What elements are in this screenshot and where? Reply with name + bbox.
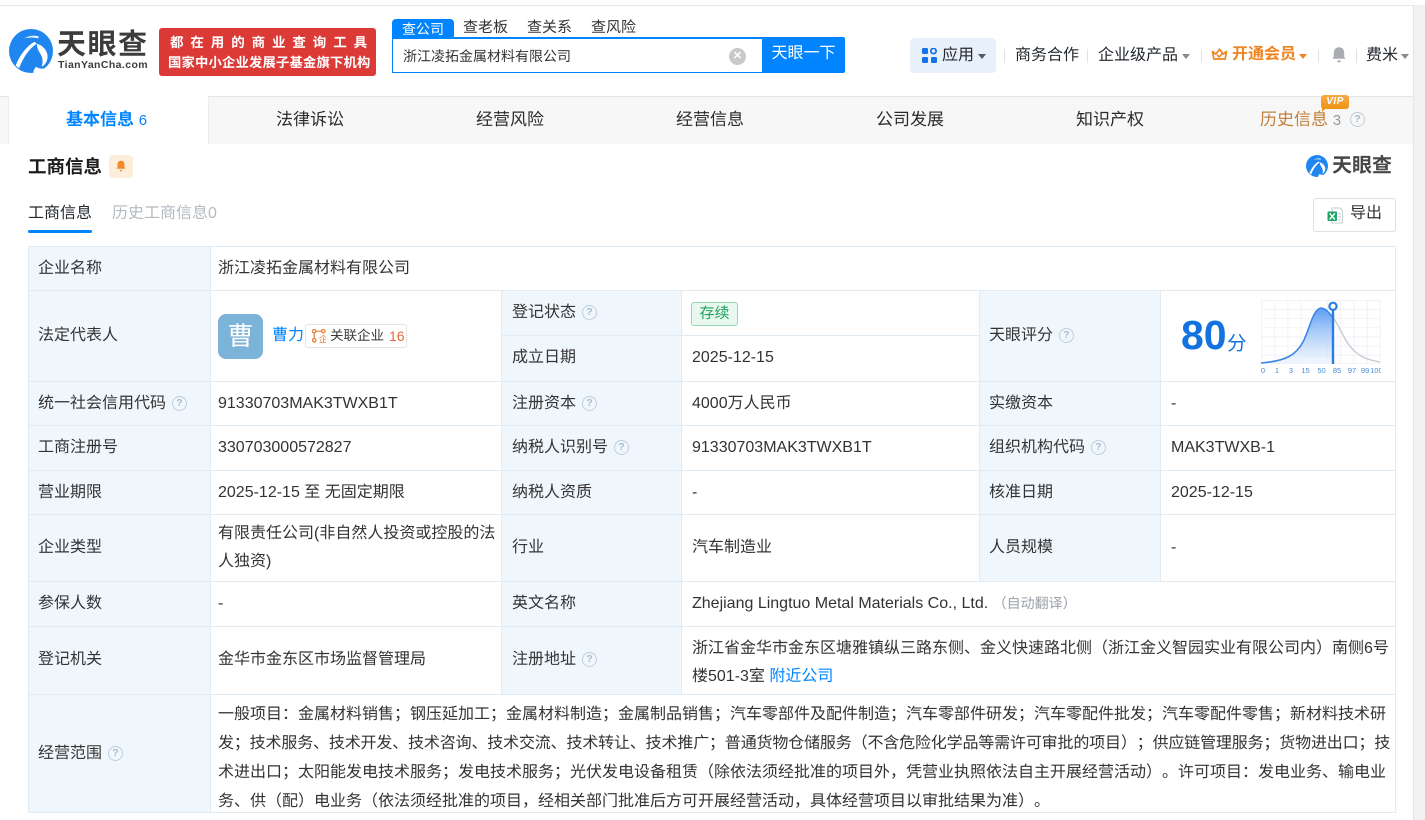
svg-text:0: 0	[1261, 366, 1265, 374]
svg-text:85: 85	[1333, 366, 1341, 374]
svg-text:15: 15	[1301, 366, 1309, 374]
svg-text:1: 1	[1275, 366, 1279, 374]
svg-text:99: 99	[1361, 366, 1369, 374]
svg-text:97: 97	[1348, 366, 1356, 374]
svg-text:100: 100	[1370, 366, 1381, 374]
svg-text:3: 3	[1289, 366, 1293, 374]
svg-text:企: 企	[319, 332, 326, 343]
svg-text:50: 50	[1317, 366, 1325, 374]
